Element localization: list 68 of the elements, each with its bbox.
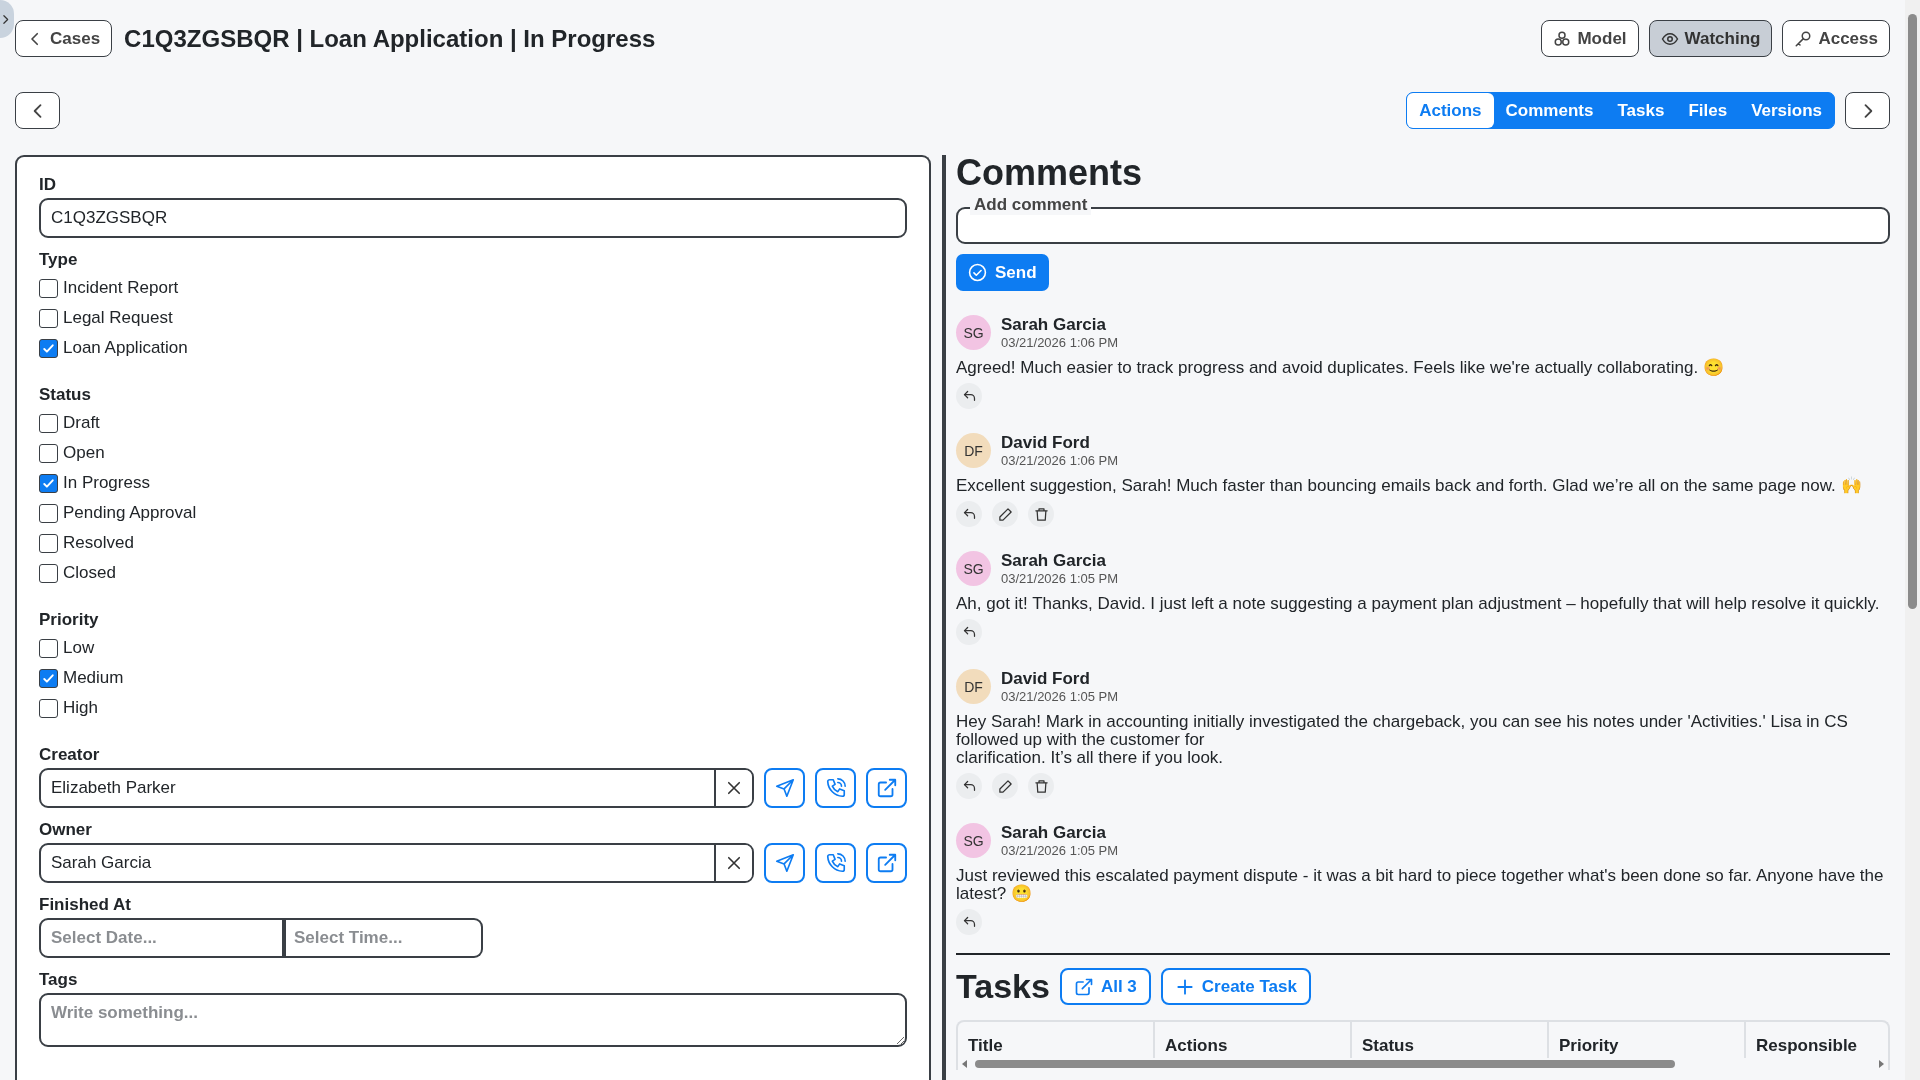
checkbox-label: Loan Application	[63, 338, 188, 358]
avatar: DF	[956, 669, 991, 704]
tab[interactable]: Files	[1676, 93, 1740, 128]
tab[interactable]: Tasks	[1605, 93, 1677, 128]
person-field[interactable]: Sarah Garcia	[39, 843, 754, 883]
time-field[interactable]: Select Time...	[284, 918, 483, 958]
checkbox-label: Pending Approval	[63, 503, 197, 523]
tab[interactable]: Actions	[1407, 93, 1494, 128]
field-label: Priority	[39, 610, 100, 630]
field-label: Owner	[39, 820, 93, 840]
column-header: Priority	[1549, 1022, 1746, 1058]
tab[interactable]: Comments	[1493, 93, 1606, 128]
author-name: Sarah Garcia	[1001, 315, 1107, 335]
avatar: SG	[956, 823, 991, 858]
comment-text: Hey Sarah! Mark in accounting initially investigated the chargeback, you can see his notes under 'Activities.' Lisa in CS followed up with the customer for clarification. It’s all there if you look.	[956, 713, 1849, 767]
timestamp: 03/21/2026 1:05 PM	[1001, 689, 1119, 704]
person-name: Sarah Garcia	[50, 853, 153, 873]
checkbox-label: High	[63, 698, 98, 718]
author-name: David Ford	[1001, 669, 1091, 689]
date-field[interactable]: Select Date...	[39, 918, 284, 958]
tab[interactable]: Versions	[1739, 93, 1834, 128]
checkbox-label: Incident Report	[63, 278, 179, 298]
section-title: Comments	[956, 153, 1144, 193]
field-label: Add comment	[970, 195, 1092, 215]
field-label: Status	[39, 385, 92, 405]
comment-text: Agreed! Much easier to track progress and avoid duplicates. Feels like we're actually collaborating. 😊	[956, 359, 1725, 377]
timestamp: 03/21/2026 1:05 PM	[1001, 843, 1119, 858]
tags-field[interactable]: Write something...	[39, 993, 907, 1047]
timestamp: 03/21/2026 1:06 PM	[1001, 453, 1119, 468]
checkbox-label: Legal Request	[63, 308, 173, 328]
field-label: Creator	[39, 745, 101, 765]
author-name: Sarah Garcia	[1001, 551, 1107, 571]
checkbox-label: Resolved	[63, 533, 134, 553]
checkbox-label: In Progress	[63, 473, 150, 493]
column-header: Actions	[1155, 1022, 1352, 1058]
page-title: C1Q3ZGSBQR | Loan Application | In Progress	[124, 24, 656, 53]
avatar: DF	[956, 433, 991, 468]
column-header: Title	[958, 1022, 1155, 1058]
avatar: SG	[956, 315, 991, 350]
text-field[interactable]: C1Q3ZGSBQR	[39, 198, 907, 238]
comment-text: Ah, got it! Thanks, David. I just left a note suggesting a payment plan adjustment – hopefully that will help resolve it quickly.	[956, 595, 1881, 613]
comment-text: Excellent suggestion, Sarah! Much faster than bouncing emails back and forth. Glad we’re all on the same page now. 🙌	[956, 477, 1863, 495]
comment-text: Just reviewed this escalated payment dispute - it was a bit hard to piece together what's been done so far. Anyone have the latest? 😬	[956, 867, 1885, 903]
checkbox-label: Open	[63, 443, 105, 463]
send-button[interactable]: Send	[956, 254, 1049, 291]
timestamp: 03/21/2026 1:05 PM	[1001, 571, 1119, 586]
header-button[interactable]: Watching	[1648, 20, 1773, 57]
author-name: Sarah Garcia	[1001, 823, 1107, 843]
person-field[interactable]: Elizabeth Parker	[39, 768, 754, 808]
field-label: Finished At	[39, 895, 132, 915]
header-button[interactable]: Access	[1782, 20, 1890, 57]
section-title: Tasks	[956, 967, 1050, 1006]
author-name: David Ford	[1001, 433, 1091, 453]
field-label: Type	[39, 250, 79, 270]
checkbox-label: Closed	[63, 563, 116, 583]
all-tasks-button[interactable]: All 3	[1059, 968, 1151, 1005]
person-name: Elizabeth Parker	[50, 778, 177, 798]
timestamp: 03/21/2026 1:06 PM	[1001, 335, 1119, 350]
checkbox-label: Low	[63, 638, 95, 658]
field-label: Tags	[39, 970, 79, 990]
avatar: SG	[956, 551, 991, 586]
checkbox-label: Draft	[63, 413, 100, 433]
create-task-button[interactable]: Create Task	[1160, 968, 1311, 1005]
header-button[interactable]: Model	[1541, 20, 1639, 57]
back-button[interactable]: Cases	[15, 20, 113, 57]
checkbox-label: Medium	[63, 668, 124, 688]
column-header: Status	[1352, 1022, 1549, 1058]
field-label: ID	[39, 175, 57, 195]
